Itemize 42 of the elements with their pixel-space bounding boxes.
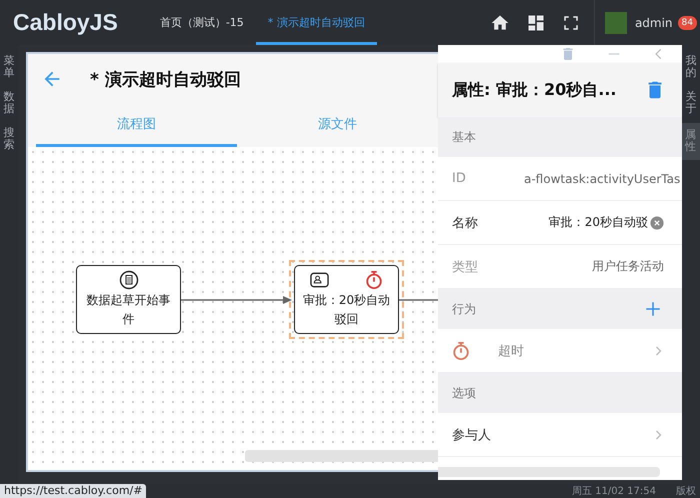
horizontal-scrollbar[interactable]	[245, 450, 438, 462]
document-icon	[118, 270, 138, 290]
node-label: 审批：20秒自动驳回	[302, 292, 392, 328]
property-label: 类型	[452, 258, 479, 276]
task-node[interactable]: 审批：20秒自动驳回	[289, 260, 404, 339]
property-value: a-flowtask:activityUserTas	[524, 172, 680, 186]
user-name[interactable]: admin	[634, 16, 673, 30]
side-tab[interactable]: 搜索	[0, 123, 18, 160]
nav-tab[interactable]: 首页（测试）-15	[148, 0, 256, 45]
avatar-image[interactable]	[604, 12, 627, 34]
side-tab[interactable]: 我的	[682, 51, 700, 88]
stopwatch-icon	[365, 270, 383, 290]
notification-badge: 84	[678, 16, 697, 30]
group-title: 基本	[452, 128, 476, 146]
side-tab[interactable]: 数据	[0, 87, 18, 124]
copyright-link[interactable]: 版权	[676, 484, 696, 498]
property-value: 用户任务活动	[591, 258, 664, 275]
side-tab[interactable]: 关于	[682, 87, 700, 124]
group-title: 选项	[452, 384, 476, 402]
behavior-label: 超时	[497, 342, 525, 360]
add-icon[interactable]	[644, 300, 662, 318]
node-label: 数据起草开始事件	[86, 292, 172, 328]
app-logo: CabloyJS	[13, 9, 118, 36]
side-tab[interactable]: 属性	[682, 123, 700, 160]
dashboard-icon[interactable]	[526, 12, 546, 32]
panel-title: 属性: 审批：20秒自...	[452, 80, 616, 100]
name-input-field[interactable]: 审批：20秒自动驳	[524, 214, 664, 231]
property-label: 参与人	[452, 426, 492, 444]
link-url-tooltip: https://test.cabloy.com/#	[0, 484, 146, 498]
flow-line	[399, 298, 438, 302]
group-title: 行为	[452, 300, 476, 318]
user-task-icon	[310, 272, 329, 288]
property-label: 名称	[452, 214, 479, 232]
page-title: * 演示超时自动驳回	[90, 68, 241, 90]
clock-text: 周五 11/02 17:54	[572, 485, 656, 498]
fullscreen-icon[interactable]	[562, 14, 580, 32]
property-label: ID	[452, 171, 467, 186]
side-tab[interactable]: 菜单	[0, 51, 18, 88]
horizontal-scrollbar[interactable]	[438, 467, 660, 477]
stopwatch-icon	[452, 340, 470, 360]
home-icon[interactable]	[490, 12, 510, 32]
clear-icon[interactable]	[650, 216, 664, 230]
